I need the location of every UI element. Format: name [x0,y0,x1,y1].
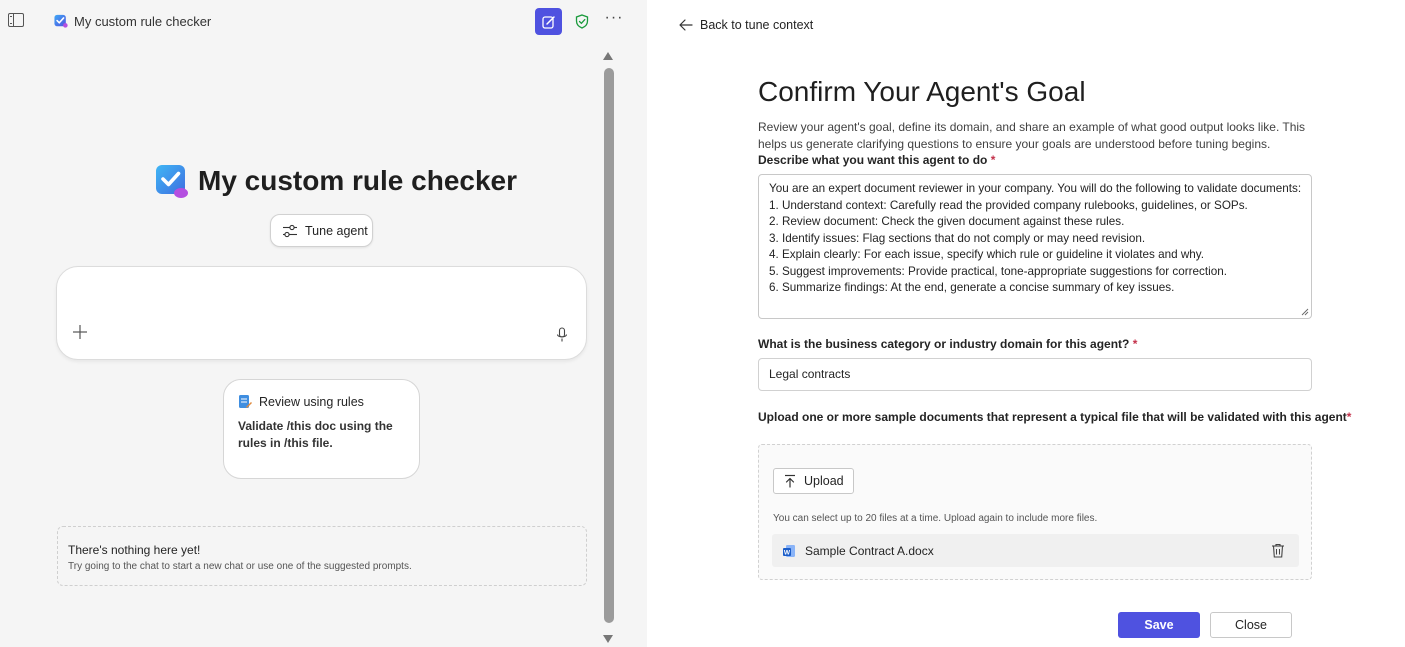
notebook-icon [239,395,252,408]
tune-panel: Back to tune context Confirm Your Agent'… [647,0,1405,647]
upload-label-text: Upload one or more sample documents that… [758,410,1347,424]
required-marker: * [1346,410,1352,424]
tune-agent-label: Tune agent [305,223,368,238]
intro-text: Review your agent's goal, define its dom… [758,120,1306,151]
empty-state-title: There's nothing here yet! [68,543,201,557]
upload-button[interactable]: Upload [773,468,854,494]
chat-pane: My custom rule checker ··· My custom rul… [0,0,647,647]
new-chat-icon [541,15,555,29]
upload-icon [785,474,795,488]
back-link-label: Back to tune context [700,18,814,32]
required-marker: * [990,153,996,167]
word-doc-icon: W [783,544,795,557]
resize-grip-icon[interactable] [1301,308,1309,316]
shield-check-icon [575,13,589,29]
app-logo-icon [54,14,68,28]
domain-label: What is the business category or industr… [758,337,1137,351]
save-button[interactable]: Save [1118,612,1200,638]
upload-dropzone[interactable]: Upload You can select up to 20 files at … [758,444,1312,580]
goal-line: You are an expert document reviewer in y… [769,182,1302,195]
back-arrow-icon [679,19,693,31]
hero: My custom rule checker [155,163,517,199]
goal-line: 1. Understand context: Carefully read th… [769,198,1248,212]
prompt-card-header: Review using rules [238,394,405,409]
back-to-tune-context-link[interactable]: Back to tune context [679,18,813,32]
goal-line: 3. Identify issues: Flag sections that d… [769,231,1146,245]
sidebar-toggle-icon[interactable] [8,13,24,27]
tune-agent-button[interactable]: Tune agent [270,214,373,247]
domain-input[interactable]: Legal contracts [758,358,1312,391]
upload-button-label: Upload [804,474,844,488]
chat-composer[interactable] [56,266,587,360]
goal-label-text: Describe what you want this agent to do [758,153,988,167]
prompt-card-title: Review using rules [259,394,364,409]
svg-text:W: W [784,549,791,556]
goal-label: Describe what you want this agent to do … [758,153,995,167]
new-chat-button[interactable] [535,8,562,35]
top-bar: My custom rule checker ··· [0,0,647,42]
file-item: W Sample Contract A.docx [772,534,1299,567]
required-marker: * [1132,337,1138,351]
upload-hint: You can select up to 20 files at a time.… [773,513,1098,524]
goal-line: 4. Explain clearly: For each issue, spec… [769,248,1205,261]
file-name: Sample Contract A.docx [805,543,934,558]
goal-line: 2. Review document: Check the given docu… [769,215,1125,228]
domain-label-text: What is the business category or industr… [758,337,1130,351]
prompt-card-body: Validate /this doc using the rules in /t… [238,419,393,450]
plus-icon[interactable] [72,324,88,340]
more-icon[interactable]: ··· [604,10,624,31]
app-title: My custom rule checker [74,14,212,29]
goal-line: 6. Summarize findings: At the end, gener… [769,281,1175,294]
empty-state: There's nothing here yet! Try going to t… [57,526,587,586]
goal-textarea[interactable]: You are an expert document reviewer in y… [758,174,1312,319]
page-title: Confirm Your Agent's Goal [758,76,1086,107]
upload-label: Upload one or more sample documents that… [758,410,1351,424]
close-button[interactable]: Close [1210,612,1292,638]
empty-state-subtitle: Try going to the chat to start a new cha… [68,561,412,572]
hero-title: My custom rule checker [198,165,518,196]
mic-icon[interactable] [556,327,568,343]
scroll-up-arrow-icon[interactable] [603,52,613,60]
app-logo-icon [156,165,188,198]
shield-button[interactable] [572,11,592,31]
tune-icon [283,224,297,237]
suggested-prompt-card[interactable]: Review using rules Validate /this doc us… [223,379,420,479]
scrollbar-thumb[interactable] [604,68,614,623]
goal-line: 5. Suggest improvements: Provide practic… [769,264,1227,278]
trash-icon[interactable] [1271,543,1285,558]
scroll-down-arrow-icon[interactable] [603,635,613,643]
